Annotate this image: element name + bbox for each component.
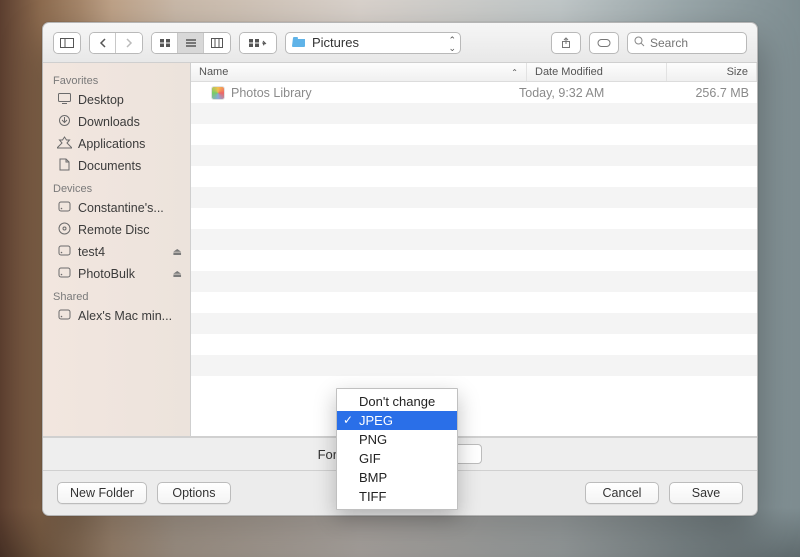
column-name[interactable]: Name ⌃ <box>191 63 527 81</box>
sidebar-item-label: Alex's Mac min... <box>78 309 172 323</box>
column-size-label: Size <box>727 66 748 78</box>
tags-button[interactable] <box>589 32 619 54</box>
sidebar-item-label: Desktop <box>78 93 124 107</box>
sidebar-item[interactable]: test4 ⏏ <box>43 241 190 263</box>
format-option[interactable]: BMP <box>337 468 457 487</box>
options-button[interactable]: Options <box>157 482 231 504</box>
format-option[interactable]: PNG <box>337 430 457 449</box>
path-label: Pictures <box>312 35 359 50</box>
view-column-button[interactable] <box>204 33 230 53</box>
file-row <box>191 187 757 208</box>
sidebar-toggle-group <box>53 32 81 54</box>
file-row <box>191 355 757 376</box>
back-button[interactable] <box>90 33 116 53</box>
file-list-area: Name ⌃ Date Modified Size Photos Library… <box>191 63 757 436</box>
format-option[interactable]: TIFF <box>337 487 457 506</box>
column-name-label: Name <box>199 66 228 78</box>
path-popup[interactable]: Pictures ⌃⌄ <box>285 32 461 54</box>
file-row <box>191 271 757 292</box>
file-name: Photos Library <box>231 86 312 100</box>
view-list-button[interactable] <box>178 33 204 53</box>
sidebar-item[interactable]: Downloads <box>43 111 190 133</box>
sidebar-item[interactable]: Documents <box>43 155 190 177</box>
svg-text:▾: ▾ <box>262 41 266 48</box>
column-size[interactable]: Size <box>667 63 757 81</box>
file-row <box>191 292 757 313</box>
file-row <box>191 166 757 187</box>
group-by-button[interactable]: ▾ <box>240 33 276 53</box>
format-dropdown[interactable]: Don't changeJPEGPNGGIFBMPTIFF <box>336 388 458 510</box>
file-size: 256.7 MB <box>659 86 749 100</box>
forward-button[interactable] <box>116 33 142 53</box>
format-option[interactable]: Don't change <box>337 392 457 411</box>
sidebar-item-label: Downloads <box>78 115 140 129</box>
save-label: Save <box>692 486 721 500</box>
file-row <box>191 145 757 166</box>
sidebar-heading-devices: Devices <box>43 177 190 197</box>
sidebar-item-label: Constantine's... <box>78 201 164 215</box>
sidebar-item[interactable]: Applications <box>43 133 190 155</box>
disk-icon <box>57 308 72 324</box>
file-row <box>191 250 757 271</box>
applications-icon <box>57 136 72 152</box>
ext-icon <box>57 244 72 260</box>
column-date[interactable]: Date Modified <box>527 63 667 81</box>
file-row <box>191 208 757 229</box>
new-folder-button[interactable]: New Folder <box>57 482 147 504</box>
new-folder-label: New Folder <box>70 486 134 500</box>
sidebar-item-label: Remote Disc <box>78 223 150 237</box>
sidebar: Favorites Desktop Downloads Applications Do… <box>43 63 191 436</box>
search-icon <box>634 35 645 50</box>
sidebar-item-label: Documents <box>78 159 141 173</box>
file-row <box>191 103 757 124</box>
group-by-group: ▾ <box>239 32 277 54</box>
sidebar-item-label: Applications <box>78 137 145 151</box>
sidebar-toggle-button[interactable] <box>54 33 80 53</box>
sidebar-item[interactable]: Alex's Mac min... <box>43 305 190 327</box>
ext-icon <box>57 266 72 282</box>
sidebar-heading-favorites: Favorites <box>43 69 190 89</box>
options-label: Options <box>172 486 215 500</box>
sort-indicator-icon: ⌃ <box>511 68 518 77</box>
format-option[interactable]: JPEG <box>337 411 457 430</box>
sidebar-item[interactable]: Constantine's... <box>43 197 190 219</box>
file-row <box>191 124 757 145</box>
search-input[interactable] <box>650 36 730 50</box>
format-option[interactable]: GIF <box>337 449 457 468</box>
view-icon-button[interactable] <box>152 33 178 53</box>
file-row[interactable]: Photos Library Today, 9:32 AM256.7 MB <box>191 82 757 103</box>
folder-icon <box>292 35 306 50</box>
file-row <box>191 313 757 334</box>
file-rows: Photos Library Today, 9:32 AM256.7 MB <box>191 82 757 436</box>
sidebar-item[interactable]: PhotoBulk ⏏ <box>43 263 190 285</box>
cancel-label: Cancel <box>603 486 642 500</box>
sidebar-item-label: PhotoBulk <box>78 267 135 281</box>
eject-icon[interactable]: ⏏ <box>173 269 182 280</box>
share-button[interactable] <box>551 32 581 54</box>
chevron-updown-icon: ⌃⌄ <box>448 36 456 52</box>
column-date-label: Date Modified <box>535 66 603 78</box>
sidebar-item-label: test4 <box>78 245 105 259</box>
sidebar-item[interactable]: Desktop <box>43 89 190 111</box>
file-row <box>191 229 757 250</box>
documents-icon <box>57 158 72 174</box>
save-button[interactable]: Save <box>669 482 743 504</box>
cancel-button[interactable]: Cancel <box>585 482 659 504</box>
disc-icon <box>57 222 72 238</box>
downloads-icon <box>57 114 72 130</box>
file-date: Today, 9:32 AM <box>519 86 659 100</box>
nav-back-forward <box>89 32 143 54</box>
column-header: Name ⌃ Date Modified Size <box>191 63 757 82</box>
toolbar: ▾ Pictures ⌃⌄ <box>43 23 757 63</box>
desktop-icon <box>57 92 72 108</box>
sidebar-item[interactable]: Remote Disc <box>43 219 190 241</box>
sidebar-heading-shared: Shared <box>43 285 190 305</box>
view-mode-group <box>151 32 231 54</box>
eject-icon[interactable]: ⏏ <box>173 247 182 258</box>
photos-library-icon <box>211 86 225 100</box>
file-row <box>191 334 757 355</box>
search-field[interactable] <box>627 32 747 54</box>
disk-icon <box>57 200 72 216</box>
